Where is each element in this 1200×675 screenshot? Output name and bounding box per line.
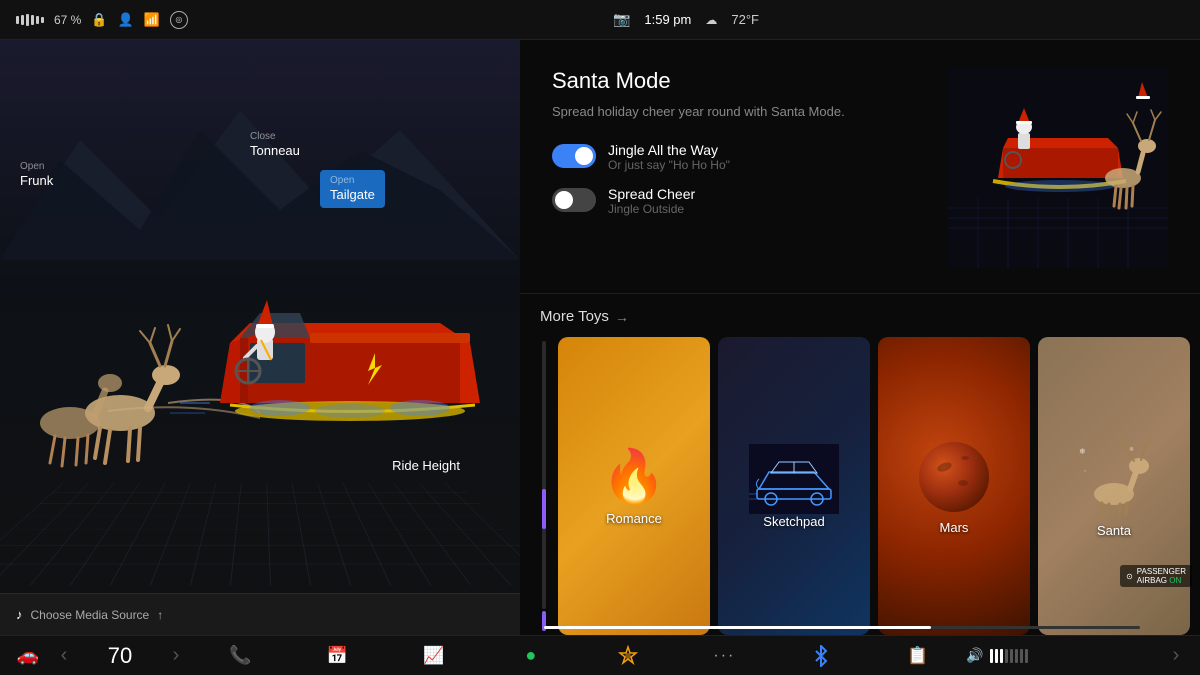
left-panel: Open Frunk Close Tonneau Open Tailgate R… bbox=[0, 40, 520, 635]
calendar-icon: 📅 bbox=[327, 646, 348, 666]
more-toys-section: More Toys → 🔥 Romance bbox=[520, 294, 1200, 635]
nav-phone[interactable]: 📞 bbox=[192, 636, 289, 675]
santa-label: Santa bbox=[1097, 523, 1131, 538]
wifi-icon: 📶 bbox=[144, 12, 160, 28]
sketchpad-preview bbox=[749, 444, 839, 514]
nav-right-chevron[interactable]: › bbox=[1160, 636, 1192, 675]
nav-forward[interactable]: › bbox=[160, 636, 192, 675]
sleigh-scene bbox=[0, 100, 520, 585]
speed-value: 70 bbox=[108, 643, 132, 669]
sleigh-body bbox=[220, 300, 480, 421]
toy-card-sketchpad[interactable]: Sketchpad bbox=[718, 337, 870, 635]
forward-arrow-icon: › bbox=[173, 644, 180, 667]
jingle-label-sub: Or just say "Ho Ho Ho" bbox=[608, 158, 730, 172]
nav-speed-display: 70 bbox=[80, 636, 160, 675]
nav-calendar[interactable]: 📅 bbox=[289, 636, 386, 675]
lock-icon: 🔒 bbox=[91, 12, 107, 28]
nav-spotify[interactable]: ● bbox=[482, 636, 579, 675]
romance-label: Romance bbox=[606, 511, 662, 526]
media-bar[interactable]: ♪ Choose Media Source ↑ bbox=[0, 593, 520, 635]
cheer-label-sub: Jingle Outside bbox=[608, 202, 695, 216]
jingle-toggle[interactable] bbox=[552, 144, 596, 168]
back-arrow-icon: ‹ bbox=[61, 644, 68, 667]
spotify-icon: ● bbox=[525, 645, 536, 666]
right-chevron-icon: › bbox=[1173, 644, 1180, 667]
cheer-label-title: Spread Cheer bbox=[608, 186, 695, 202]
toys-slider[interactable] bbox=[530, 337, 558, 635]
nav-notes[interactable]: 📋 bbox=[870, 636, 967, 675]
toy-card-santa[interactable]: ❄ ❄ * * bbox=[1038, 337, 1190, 635]
chart-icon: 📈 bbox=[423, 646, 444, 666]
more-toys-header[interactable]: More Toys → bbox=[520, 308, 1200, 337]
slider-track bbox=[542, 341, 546, 609]
jingle-toggle-row: Jingle All the Way Or just say "Ho Ho Ho… bbox=[552, 142, 924, 172]
santa-mode-description: Spread holiday cheer year round with San… bbox=[552, 102, 924, 122]
nav-bar: 🚗 ‹ 70 › 📞 📅 📈 ● ··· bbox=[0, 635, 1200, 675]
santa-mode-section: Santa Mode Spread holiday cheer year rou… bbox=[520, 40, 1200, 293]
toy-card-romance[interactable]: 🔥 Romance bbox=[558, 337, 710, 635]
cheer-toggle-row: Spread Cheer Jingle Outside bbox=[552, 186, 924, 216]
jingle-label-title: Jingle All the Way bbox=[608, 142, 730, 158]
santa-mode-title: Santa Mode bbox=[552, 68, 924, 94]
mars-planet bbox=[919, 442, 989, 512]
right-3d-scene bbox=[948, 68, 1168, 273]
mars-label: Mars bbox=[940, 520, 969, 535]
status-bar: 67 % 🔒 👤 📶 ◎ 📷 1:59 pm ☁ 72°F bbox=[0, 0, 1200, 40]
volume-bars bbox=[990, 649, 1028, 663]
nav-chart[interactable]: 📈 bbox=[386, 636, 483, 675]
nav-car[interactable]: 🚗 bbox=[8, 636, 48, 675]
status-time: 1:59 pm bbox=[644, 12, 691, 27]
svg-text:❄: ❄ bbox=[1079, 447, 1086, 456]
more-toys-arrow: → bbox=[615, 309, 629, 325]
santa-preview: ❄ ❄ * * bbox=[1074, 439, 1154, 519]
sketchpad-label: Sketchpad bbox=[763, 514, 824, 529]
volume-icon: 🔊 bbox=[966, 647, 983, 664]
nav-bluetooth[interactable] bbox=[773, 636, 870, 675]
toys-grid: 🔥 Romance bbox=[558, 337, 1190, 635]
slider-thumb bbox=[542, 489, 546, 529]
cloud-icon: ☁ bbox=[705, 13, 717, 27]
user-icon: 👤 bbox=[118, 12, 134, 28]
more-toys-title: More Toys bbox=[540, 308, 609, 325]
romance-emoji: 🔥 bbox=[602, 451, 667, 503]
star-icon bbox=[617, 645, 639, 667]
battery-percent: 67 % bbox=[54, 13, 81, 27]
svg-text:*: * bbox=[1084, 470, 1087, 476]
nav-more[interactable]: ··· bbox=[676, 636, 773, 675]
car-icon: 🚗 bbox=[17, 645, 39, 666]
nav-back[interactable]: ‹ bbox=[48, 636, 80, 675]
media-source-arrow: ↑ bbox=[157, 608, 163, 622]
toys-container: 🔥 Romance bbox=[520, 337, 1200, 635]
right-panel: Santa Mode Spread holiday cheer year rou… bbox=[520, 40, 1200, 635]
santa-mode-text-area: Santa Mode Spread holiday cheer year rou… bbox=[552, 68, 924, 273]
notes-icon: 📋 bbox=[907, 646, 928, 666]
toy-card-mars[interactable]: Mars bbox=[878, 337, 1030, 635]
nav-star[interactable] bbox=[579, 636, 676, 675]
nav-volume[interactable]: 🔊 bbox=[966, 636, 1160, 675]
dots-icon: ··· bbox=[713, 647, 735, 665]
bluetooth-icon bbox=[812, 645, 830, 667]
camera-icon: 📷 bbox=[613, 11, 630, 28]
cheer-toggle[interactable] bbox=[552, 188, 596, 212]
media-music-icon: ♪ bbox=[16, 607, 23, 622]
status-weather: 72°F bbox=[731, 12, 759, 27]
media-source-text[interactable]: Choose Media Source bbox=[31, 608, 150, 622]
cheer-toggle-label: Spread Cheer Jingle Outside bbox=[608, 186, 695, 216]
target-icon: ◎ bbox=[170, 11, 188, 29]
battery-indicator bbox=[16, 14, 44, 26]
phone-icon: 📞 bbox=[229, 645, 251, 666]
jingle-toggle-label: Jingle All the Way Or just say "Ho Ho Ho… bbox=[608, 142, 730, 172]
